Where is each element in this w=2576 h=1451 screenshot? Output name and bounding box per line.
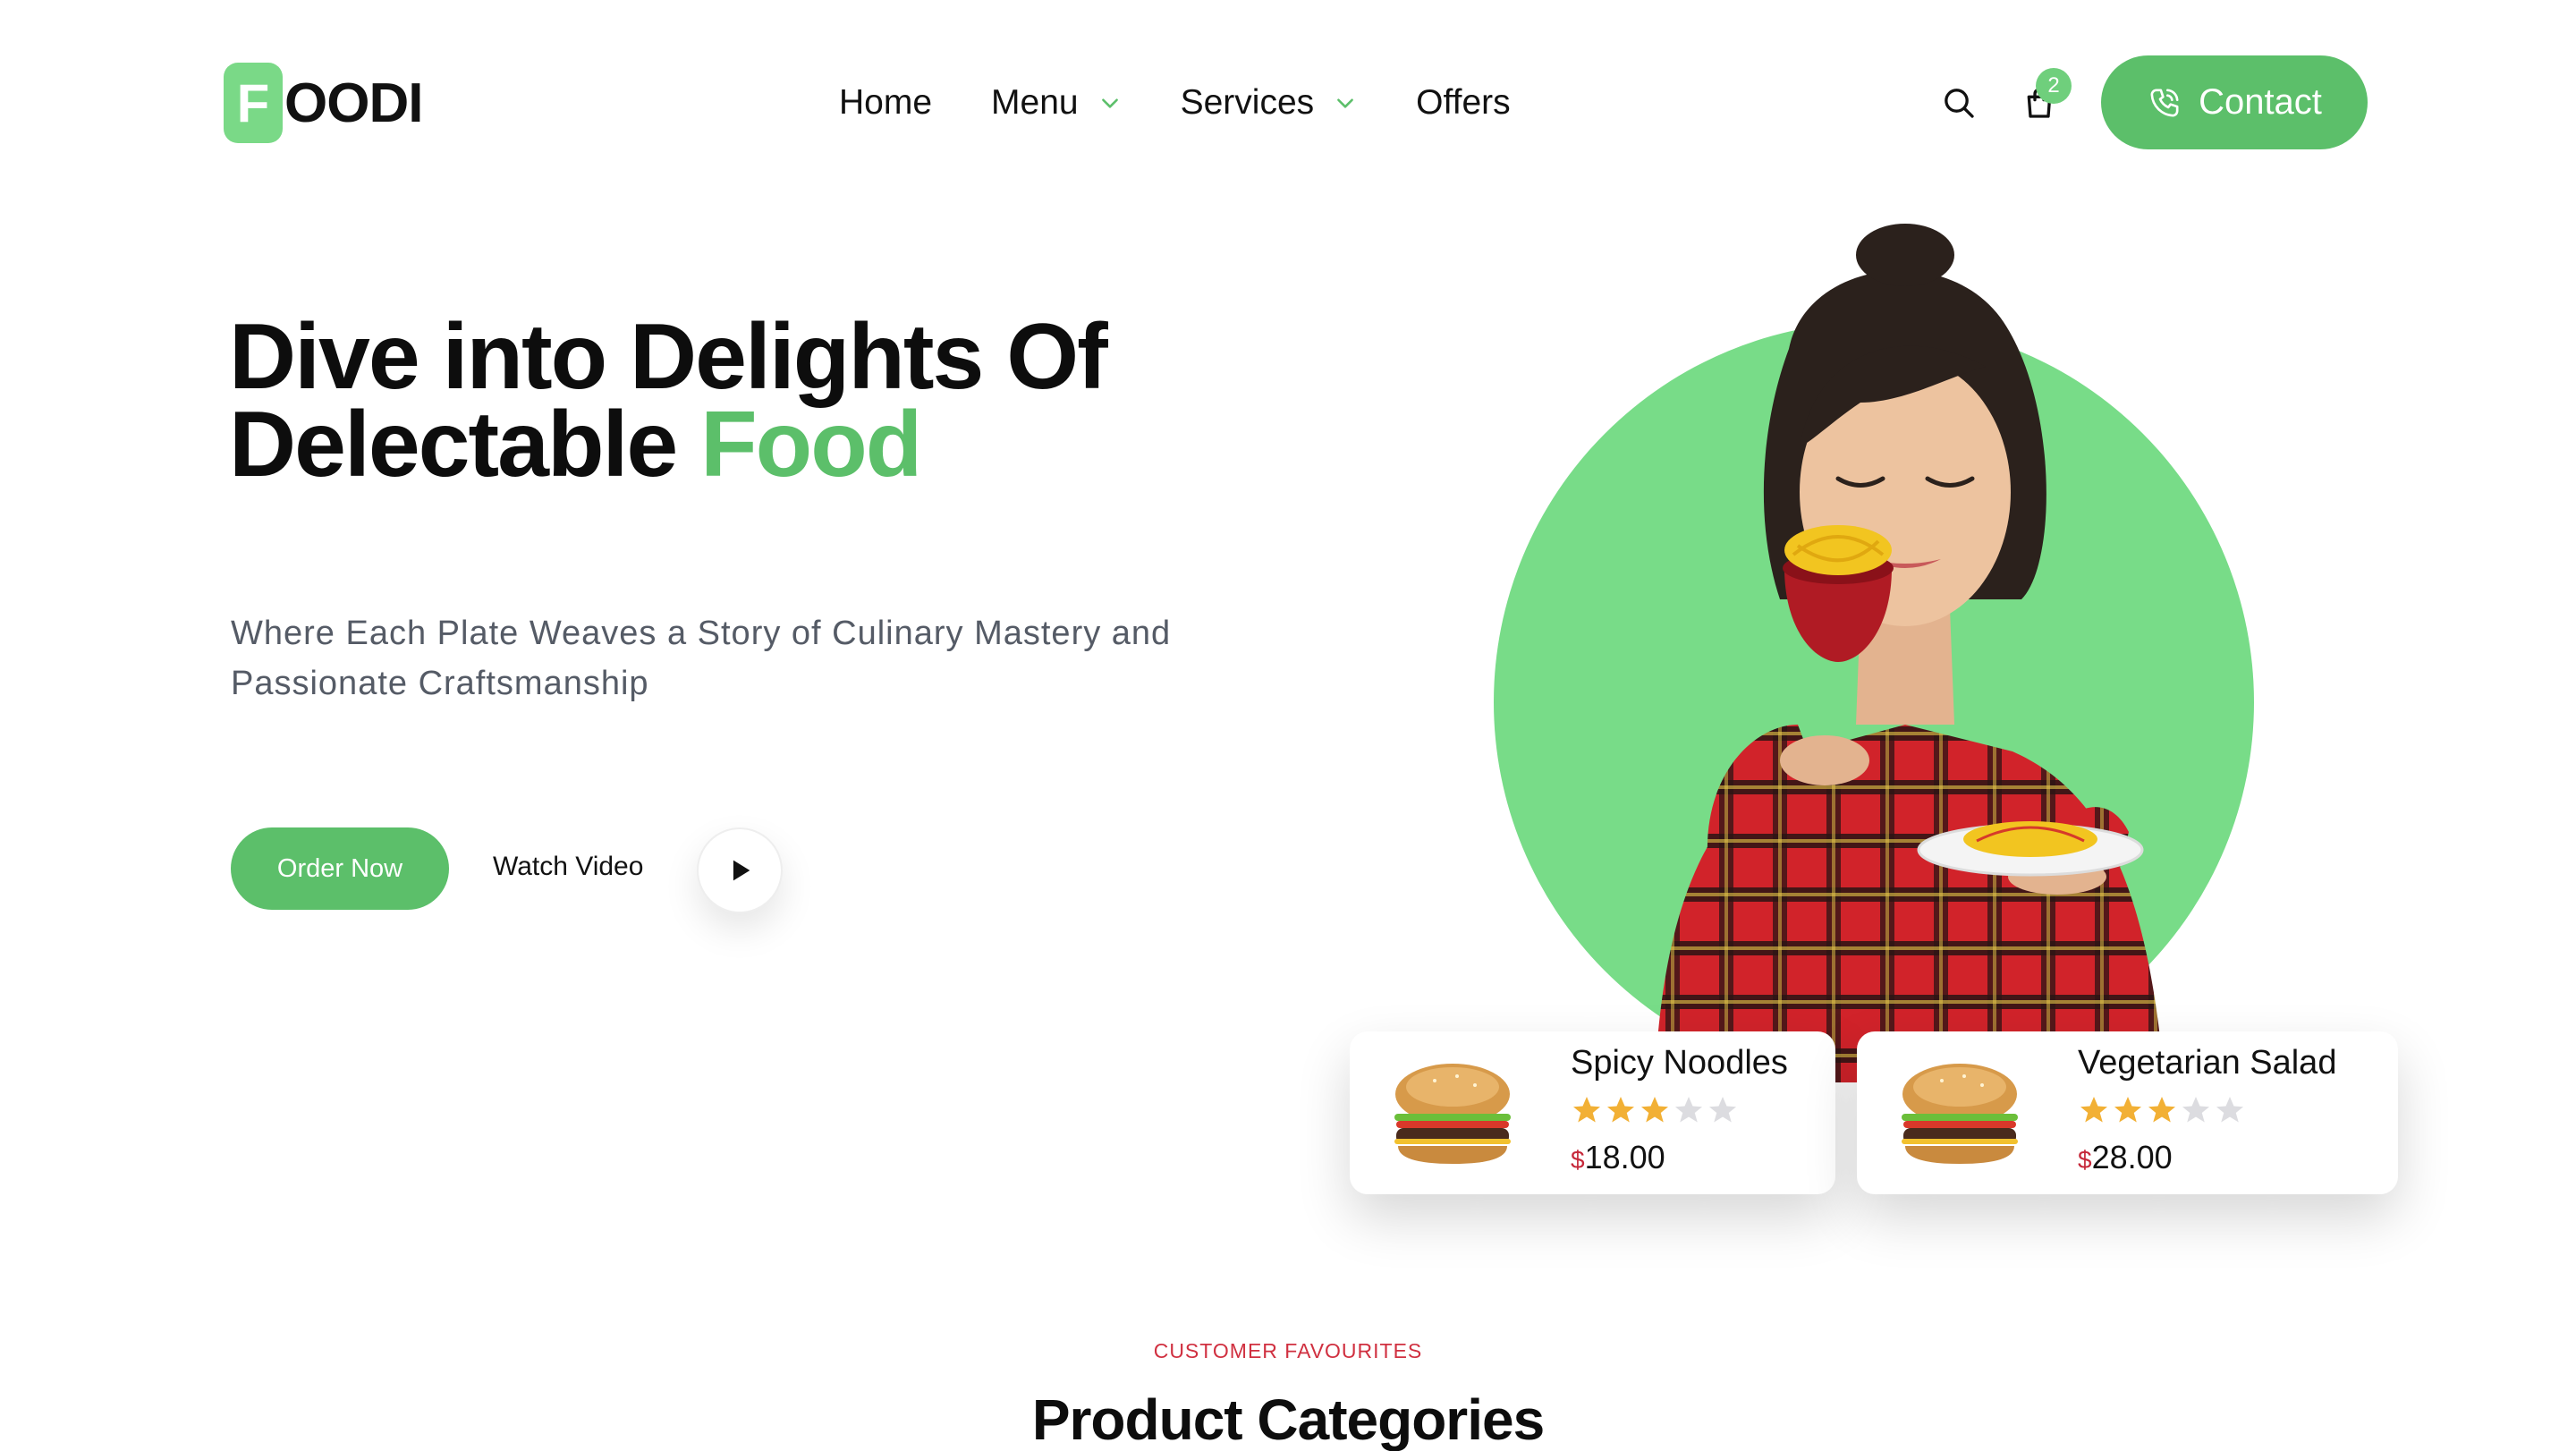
product-card[interactable]: Vegetarian Salad $28.00 — [1857, 1031, 2398, 1194]
site-header: F OODI Home Menu Services Offers 2 Conta… — [0, 0, 2576, 206]
nav-item-services[interactable]: Services — [1181, 83, 1358, 123]
hero-title-line2: Delectable — [229, 393, 701, 496]
rating-stars — [1571, 1094, 1739, 1126]
contact-button[interactable]: Contact — [2101, 55, 2368, 149]
contact-label: Contact — [2199, 82, 2322, 122]
product-name: Spicy Noodles — [1571, 1044, 1788, 1082]
nav-item-home[interactable]: Home — [839, 83, 932, 123]
star-icon — [2148, 1097, 2175, 1123]
chevron-down-icon — [1337, 98, 1354, 108]
nav-label: Home — [839, 83, 933, 122]
hero-title-accent: Food — [700, 393, 922, 496]
rating-stars — [2078, 1094, 2246, 1126]
star-icon — [2080, 1097, 2107, 1123]
logo[interactable]: F OODI — [224, 63, 423, 143]
star-empty-icon — [2216, 1097, 2243, 1123]
search-icon — [1945, 89, 1974, 118]
logo-text: OODI — [284, 72, 423, 134]
watch-video-link[interactable]: Watch Video — [493, 852, 643, 882]
product-name: Vegetarian Salad — [2078, 1044, 2337, 1082]
star-icon — [1641, 1097, 1668, 1123]
phone-icon — [2150, 89, 2179, 117]
hero-woman-image — [1655, 224, 2165, 1082]
star-empty-icon — [1709, 1097, 1736, 1123]
section-title: Product Categories — [1031, 1387, 1545, 1451]
burger-image — [1394, 1064, 1511, 1164]
product-price: $18.00 — [1571, 1139, 1665, 1176]
price-currency: $ — [1571, 1146, 1585, 1174]
chevron-down-icon — [1101, 98, 1118, 108]
nav-label: Services — [1180, 83, 1315, 122]
nav-item-offers[interactable]: Offers — [1416, 83, 1510, 123]
price-value: 18.00 — [1584, 1139, 1665, 1175]
nav-label: Menu — [991, 83, 1079, 122]
play-video-button[interactable] — [697, 827, 783, 913]
product-card[interactable]: Spicy Noodles $18.00 — [1350, 1031, 1835, 1194]
logo-mark: F — [224, 63, 283, 143]
star-empty-icon — [2182, 1097, 2209, 1123]
hero-subtitle: Where Each Plate Weaves a Story of Culin… — [231, 615, 1172, 702]
star-icon — [2114, 1097, 2141, 1123]
price-currency: $ — [2078, 1146, 2092, 1174]
price-value: 28.00 — [2091, 1139, 2173, 1175]
section-kicker: CUSTOMER FAVOURITES — [1153, 1339, 1423, 1362]
search-button[interactable] — [1932, 76, 1986, 130]
burger-image — [1902, 1064, 2018, 1164]
nav-item-menu[interactable]: Menu — [991, 83, 1122, 123]
play-icon — [733, 860, 750, 881]
product-price: $28.00 — [2078, 1139, 2173, 1176]
order-now-button[interactable]: Order Now — [231, 827, 449, 910]
hero-title: Dive into Delights Of Delectable Food — [229, 310, 1213, 491]
star-icon — [1607, 1097, 1634, 1123]
cart-count-badge: 2 — [2036, 68, 2072, 104]
main-nav: Home Menu Services Offers — [839, 72, 1511, 134]
star-icon — [1573, 1097, 1600, 1123]
nav-label: Offers — [1416, 83, 1511, 122]
star-empty-icon — [1675, 1097, 1702, 1123]
